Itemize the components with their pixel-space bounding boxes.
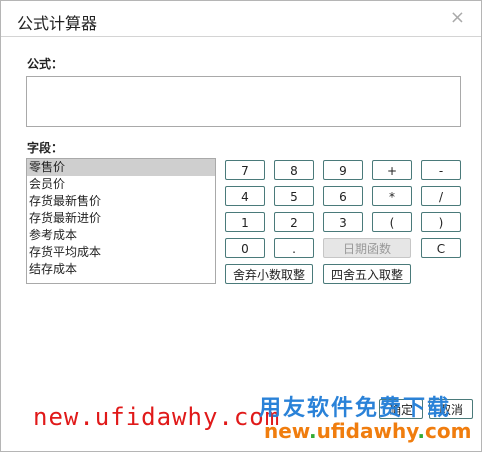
title-divider — [1, 36, 481, 37]
watermark-part: . — [417, 419, 426, 443]
watermark-part: com — [425, 419, 472, 443]
field-item[interactable]: 存货最新进价 — [27, 210, 215, 227]
key-0-button[interactable]: 0 — [225, 238, 265, 258]
watermark-url: new.ufidawhy.com — [33, 403, 281, 431]
field-item[interactable]: 零售价 — [27, 159, 215, 176]
key-plus-button[interactable]: + — [372, 160, 412, 180]
key-3-button[interactable]: 3 — [323, 212, 363, 232]
key-7-button[interactable]: 7 — [225, 160, 265, 180]
key-dot-button[interactable]: . — [274, 238, 314, 258]
watermark-part: . — [309, 419, 317, 443]
field-item[interactable]: 结存成本 — [27, 261, 215, 278]
key-open-paren-button[interactable]: ( — [372, 212, 412, 232]
truncate-integer-button[interactable]: 舍弃小数取整 — [225, 264, 313, 284]
watermark-brand: 用友软件免费下载 — [259, 396, 452, 421]
watermark-part: new — [264, 419, 309, 443]
key-divide-button[interactable]: / — [421, 186, 461, 206]
key-6-button[interactable]: 6 — [323, 186, 363, 206]
formula-textarea[interactable] — [26, 76, 461, 127]
fields-list[interactable]: 零售价 会员价 存货最新售价 存货最新进价 参考成本 存货平均成本 结存成本 — [26, 158, 216, 284]
formula-calculator-dialog: 公式计算器 × 公式： 字段： 零售价 会员价 存货最新售价 存货最新进价 参考… — [0, 0, 482, 452]
watermark-part: ufidawhy — [316, 419, 418, 443]
date-function-button[interactable]: 日期函数 — [323, 238, 411, 258]
field-item[interactable]: 存货最新售价 — [27, 193, 215, 210]
key-4-button[interactable]: 4 — [225, 186, 265, 206]
field-item[interactable]: 参考成本 — [27, 227, 215, 244]
fields-label: 字段： — [27, 141, 64, 155]
key-multiply-button[interactable]: * — [372, 186, 412, 206]
watermark-url-colored: new.ufidawhy.com — [264, 419, 471, 443]
key-9-button[interactable]: 9 — [323, 160, 363, 180]
field-item[interactable]: 存货平均成本 — [27, 244, 215, 261]
key-close-paren-button[interactable]: ) — [421, 212, 461, 232]
key-1-button[interactable]: 1 — [225, 212, 265, 232]
field-item[interactable]: 会员价 — [27, 176, 215, 193]
dialog-title: 公式计算器 — [17, 14, 98, 33]
key-2-button[interactable]: 2 — [274, 212, 314, 232]
key-5-button[interactable]: 5 — [274, 186, 314, 206]
key-clear-button[interactable]: C — [421, 238, 461, 258]
key-8-button[interactable]: 8 — [274, 160, 314, 180]
key-minus-button[interactable]: - — [421, 160, 461, 180]
round-integer-button[interactable]: 四舍五入取整 — [323, 264, 411, 284]
close-icon[interactable]: × — [450, 7, 465, 28]
formula-label: 公式： — [27, 57, 64, 71]
